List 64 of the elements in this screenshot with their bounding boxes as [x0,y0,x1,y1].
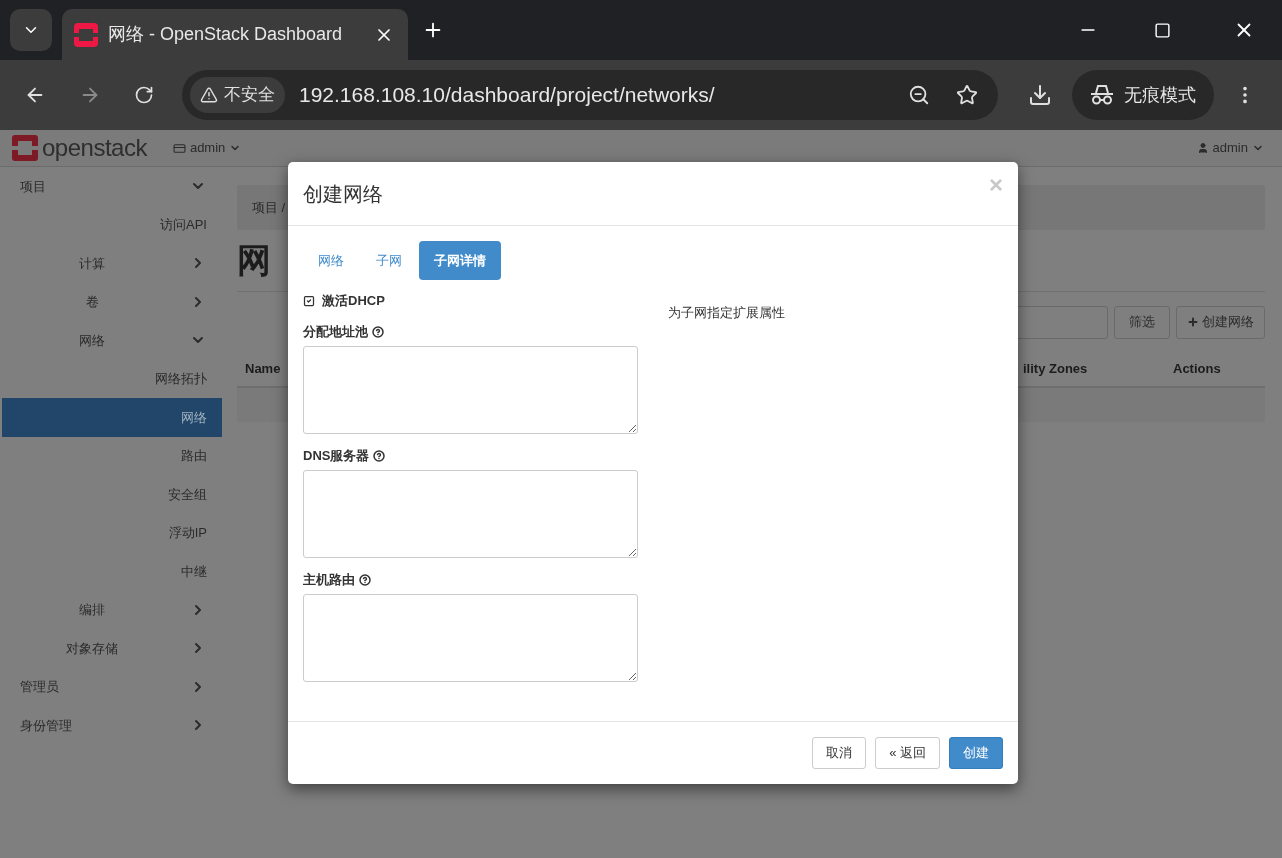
help-icon[interactable] [373,450,386,462]
maximize-icon[interactable] [1154,22,1171,39]
star-icon[interactable] [956,84,978,106]
modal-title: 创建网络 [303,181,383,207]
sidebar-item[interactable]: 网络 [2,398,222,437]
sidebar-item[interactable]: 卷 [2,282,222,321]
sidebar-item[interactable]: 身份管理 [2,706,222,745]
sidebar-item[interactable]: 网络 [2,321,222,360]
filter-button[interactable]: 筛选 [1114,305,1170,339]
cloud-logo-icon [74,22,98,47]
dhcp-checkbox[interactable]: 激活DHCP [303,292,638,310]
sidebar-item[interactable]: 编排 [2,590,222,629]
incognito-icon [1090,84,1114,106]
column-header: Name [244,360,281,379]
dialog-button[interactable]: « 返回 [875,737,940,769]
help-icon[interactable] [372,326,384,338]
sidebar-item[interactable]: 项目 [2,167,222,206]
sidebar-item[interactable]: 访问API [2,205,222,244]
dialog-button[interactable]: 创建 [949,737,1003,769]
warning-icon [200,86,218,104]
tab[interactable]: 子网 [361,241,417,280]
field-label: 主机路由 [303,571,355,590]
address-bar[interactable]: 不安全 192.168.108.10/dashboard/project/networks/ [182,70,998,120]
input-field[interactable] [303,470,638,558]
url-text: 192.168.108.10/dashboard/project/networks/ [299,82,716,109]
input-field[interactable] [303,346,638,434]
user-icon [1196,142,1209,154]
help-text: 为子网指定扩展属性 [668,305,785,320]
sidebar-item[interactable]: 对象存储 [2,629,222,668]
column-header: ility Zones [1023,360,1089,379]
tab[interactable]: 子网详情 [419,241,501,280]
field-label: DNS服务器 [303,447,370,466]
sidebar-item[interactable]: 管理员 [2,667,222,706]
field-label: 分配地址池 [303,323,368,342]
card-icon [172,141,186,155]
sidebar-item[interactable]: 安全组 [2,475,222,514]
security-chip[interactable]: 不安全 [190,77,285,113]
logo-text: openstack [42,133,147,163]
input-field[interactable] [303,594,638,682]
help-icon[interactable] [359,574,371,586]
breadcrumb[interactable]: 项目 / [252,197,286,218]
incognito-label: 无痕模式 [1124,83,1196,107]
sidebar-item[interactable]: 中继 [2,552,222,591]
security-label: 不安全 [224,84,275,107]
checkbox-checked-icon [303,295,315,307]
logo-icon [12,135,38,161]
create-network-button[interactable]: 创建网络 [1176,305,1265,339]
reload-icon[interactable] [134,85,154,105]
tab[interactable]: 网络 [303,241,359,280]
column-header: Actions [1173,360,1222,379]
download-icon[interactable] [1028,83,1052,107]
tab-title: 网络 - OpenStack Dashboard [108,23,344,46]
page-heading: 网 [237,240,271,281]
sidebar-item[interactable]: 浮动IP [2,513,222,552]
sidebar-item[interactable]: 计算 [2,244,222,283]
zoom-out-icon[interactable] [908,84,930,106]
sidebar-item[interactable]: 路由 [2,436,222,475]
plus-icon [1187,316,1199,328]
incognito-chip[interactable]: 无痕模式 [1072,70,1214,120]
sidebar-item[interactable]: 网络拓扑 [2,359,222,398]
dialog-button[interactable]: 取消 [812,737,867,769]
browser-tab[interactable]: 网络 - OpenStack Dashboard [62,9,408,60]
project-menu[interactable]: admin [172,138,242,158]
user-menu[interactable]: admin [1196,138,1264,158]
